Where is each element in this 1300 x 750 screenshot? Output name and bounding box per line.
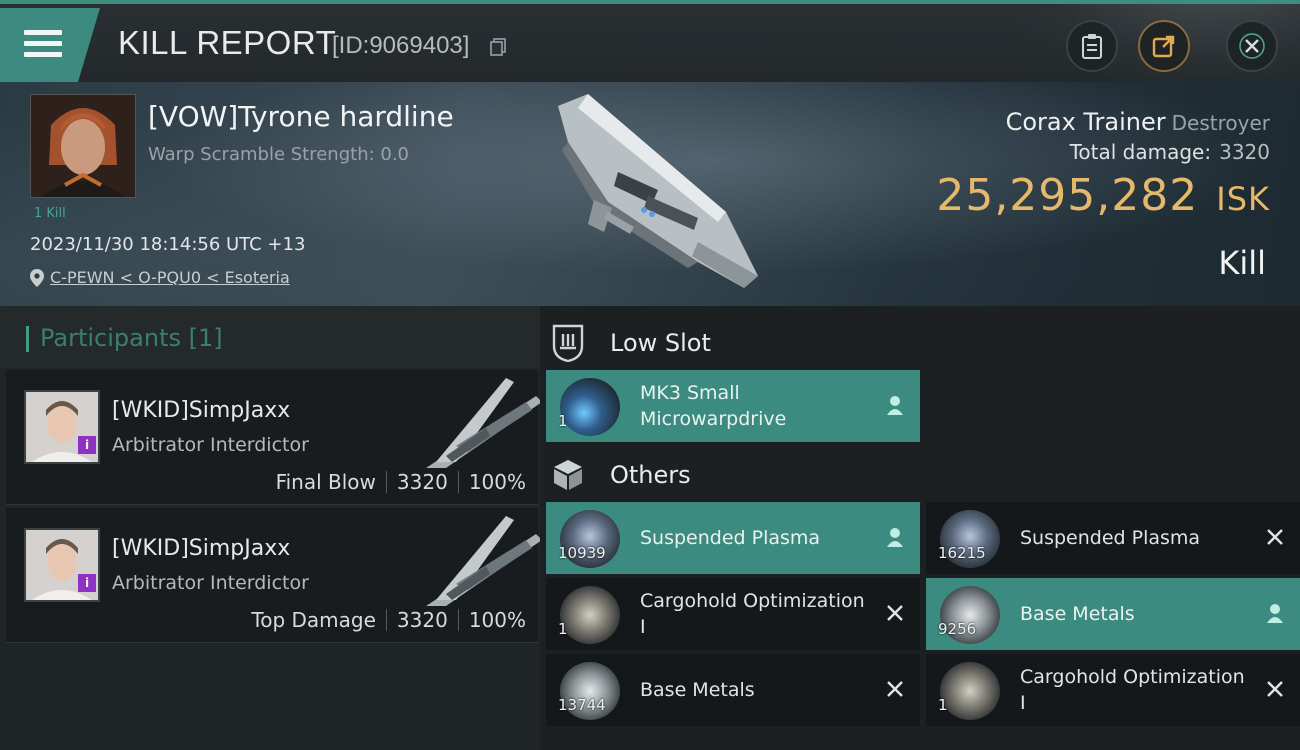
others-header: Others	[548, 444, 691, 506]
item-row[interactable]: 1 Cargohold Optimization I	[546, 578, 920, 650]
total-damage-value: 3320	[1219, 140, 1270, 164]
item-name: MK3 Small Microwarpdrive	[640, 382, 787, 430]
participant-row[interactable]: i [WKID]SimpJaxx Arbitrator Interdictor …	[6, 370, 542, 505]
participant-stats: Final Blow 3320 100%	[276, 470, 526, 494]
item-name: Base Metals	[1020, 603, 1135, 625]
victim-ship-image	[558, 94, 758, 288]
dropped-person-icon	[1264, 602, 1286, 624]
clipboard-button[interactable]	[1066, 20, 1118, 72]
item-row[interactable]: 9256 Base Metals	[926, 578, 1300, 650]
pilot-badge: i	[78, 436, 96, 454]
item-quantity: 16215	[938, 544, 986, 562]
item-row[interactable]: 1 MK3 Small Microwarpdrive	[546, 370, 920, 442]
participant-percent: 100%	[468, 608, 526, 632]
ship-class: Destroyer	[1171, 111, 1270, 135]
participant-ship-image	[426, 378, 542, 468]
low-slot-title: Low Slot	[610, 329, 711, 357]
item-quantity: 10939	[558, 544, 606, 562]
participants-header: Participants [1]	[0, 306, 540, 368]
item-quantity: 9256	[938, 620, 977, 638]
menu-button[interactable]	[0, 8, 100, 82]
participant-role: Top Damage	[251, 608, 376, 632]
kill-datetime: 2023/11/30 18:14:56 UTC +13	[30, 234, 306, 255]
item-icon	[560, 378, 620, 436]
divider	[457, 471, 459, 493]
item-row[interactable]: 16215 Suspended Plasma	[926, 502, 1300, 574]
item-name: Suspended Plasma	[1020, 527, 1201, 549]
item-quantity: 1	[938, 696, 948, 714]
participant-percent: 100%	[468, 470, 526, 494]
item-icon	[940, 662, 1000, 720]
participant-role: Final Blow	[275, 470, 376, 494]
victim-banner: [VOW]Tyrone hardline Warp Scramble Stren…	[0, 82, 1300, 306]
item-quantity: 1	[558, 412, 568, 430]
clipboard-icon	[1082, 34, 1102, 59]
pilot-badge: i	[78, 574, 96, 592]
item-icon	[560, 586, 620, 644]
share-button[interactable]	[1138, 20, 1190, 72]
participants-title: Participants [1]	[40, 324, 223, 352]
item-name: Suspended Plasma	[640, 527, 821, 549]
close-icon	[1239, 33, 1265, 59]
kill-location[interactable]: C-PEWN < O-PQU0 < Esoteria	[30, 268, 290, 287]
location-link[interactable]: C-PEWN < O-PQU0 < Esoteria	[50, 268, 290, 287]
dropped-person-icon	[884, 526, 906, 548]
participant-damage: 3320	[396, 470, 448, 494]
cube-icon	[548, 455, 588, 495]
destroyed-x-icon	[884, 678, 906, 700]
item-row[interactable]: 10939 Suspended Plasma	[546, 502, 920, 574]
divider	[385, 609, 387, 631]
copy-icon[interactable]	[490, 38, 506, 56]
close-button[interactable]	[1226, 20, 1278, 72]
participant-stats: Top Damage 3320 100%	[251, 608, 526, 632]
participants-panel: Participants [1] i [WKID]SimpJaxx Arbitr…	[0, 306, 542, 750]
participant-ship: Arbitrator Interdictor	[112, 434, 309, 456]
item-name: Cargohold Optimization I	[1020, 666, 1245, 714]
isk-unit: ISK	[1216, 180, 1270, 218]
hamburger-icon	[24, 30, 62, 63]
dropped-person-icon	[884, 394, 906, 416]
report-id: [ID:9069403]	[332, 32, 470, 59]
share-icon	[1152, 35, 1175, 58]
others-title: Others	[610, 461, 691, 489]
participant-name: [WKID]SimpJaxx	[112, 536, 291, 561]
destroyed-x-icon	[884, 602, 906, 624]
item-name: Base Metals	[640, 679, 755, 701]
items-panel: Low Slot 1 MK3 Small Microwarpdrive Othe…	[540, 306, 1300, 750]
participant-name: [WKID]SimpJaxx	[112, 398, 291, 423]
top-bar: KILL REPORT [ID:9069403]	[0, 0, 1300, 86]
participant-ship: Arbitrator Interdictor	[112, 572, 309, 594]
victim-avatar[interactable]	[30, 94, 136, 198]
participant-ship-image	[426, 516, 542, 606]
victim-name: [VOW]Tyrone hardline	[148, 100, 454, 133]
header-accent-bar	[26, 326, 29, 352]
kill-result: Kill	[1218, 244, 1266, 282]
item-row[interactable]: 13744 Base Metals	[546, 654, 920, 726]
total-damage-label: Total damage:	[1069, 140, 1212, 164]
item-row[interactable]: 1 Cargohold Optimization I	[926, 654, 1300, 726]
divider	[457, 609, 459, 631]
item-name: Cargohold Optimization I	[640, 590, 865, 638]
destroyed-x-icon	[1264, 526, 1286, 548]
item-quantity: 1	[558, 620, 568, 638]
warp-scramble-strength: Warp Scramble Strength: 0.0	[148, 144, 410, 165]
victim-ship: Corax Trainer Destroyer	[1006, 108, 1270, 136]
divider	[385, 471, 387, 493]
page-title: KILL REPORT	[118, 24, 337, 61]
isk-amount: 25,295,282	[936, 170, 1199, 221]
total-damage: Total damage: 3320	[1070, 140, 1270, 164]
location-pin-icon	[30, 268, 44, 287]
destroyed-x-icon	[1264, 678, 1286, 700]
low-slot-header: Low Slot	[548, 312, 711, 374]
participant-damage: 3320	[396, 608, 448, 632]
low-slot-icon	[548, 323, 588, 363]
participant-row[interactable]: i [WKID]SimpJaxx Arbitrator Interdictor …	[6, 508, 542, 643]
ship-name: Corax Trainer	[1005, 108, 1166, 136]
kill-count: 1 Kill	[34, 206, 66, 221]
item-quantity: 13744	[558, 696, 606, 714]
isk-value: 25,295,282 ISK	[936, 170, 1270, 221]
